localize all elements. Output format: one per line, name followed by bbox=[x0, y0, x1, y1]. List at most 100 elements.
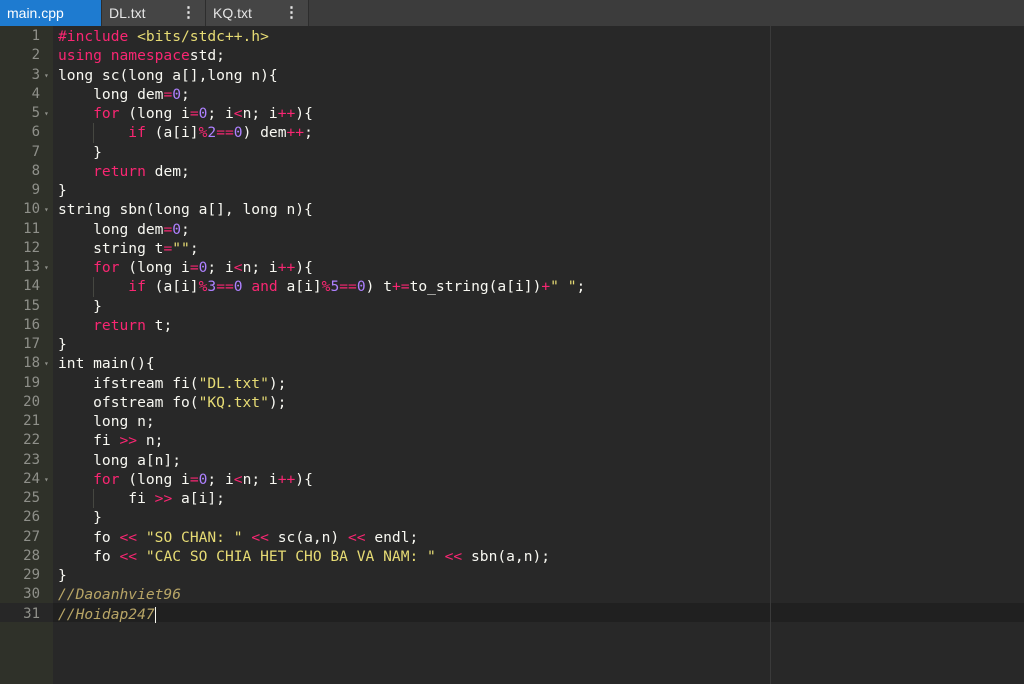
code-line[interactable]: 23 long a[n]; bbox=[0, 451, 1024, 470]
kebab-menu-icon[interactable]: ⋮ bbox=[181, 0, 196, 26]
code-line[interactable]: 29} bbox=[0, 566, 1024, 585]
tab-label: DL.txt bbox=[109, 5, 146, 21]
code-token: 0 bbox=[356, 278, 366, 296]
code-token: } bbox=[58, 567, 67, 584]
code-text: #include <bits/stdc++.h> bbox=[58, 27, 269, 46]
code-line[interactable]: 12 string t=""; bbox=[0, 239, 1024, 258]
line-number: 25 bbox=[23, 490, 40, 506]
fold-arrow-icon[interactable]: ▾ bbox=[44, 354, 49, 373]
code-text: //Daoanhviet96 bbox=[58, 585, 181, 604]
code-line[interactable]: 20 ofstream fo("KQ.txt"); bbox=[0, 393, 1024, 412]
code-line[interactable]: 4 long dem=0; bbox=[0, 85, 1024, 104]
code-token: ) dem bbox=[242, 124, 287, 142]
line-number: 16 bbox=[23, 316, 40, 333]
code-token: 0 bbox=[233, 124, 243, 142]
code-token: n; i bbox=[242, 470, 278, 488]
code-line[interactable]: 10 ▾ string sbn(long a[], long n){ bbox=[0, 200, 1024, 219]
code-line[interactable]: 17} bbox=[0, 335, 1024, 354]
line-number: 15 bbox=[23, 297, 40, 314]
code-text: } bbox=[58, 566, 67, 585]
line-number: 2 bbox=[31, 47, 40, 64]
code-editor[interactable]: 1 #include <bits/stdc++.h> 2 using namespac… bbox=[0, 26, 1024, 684]
line-number: 6 bbox=[31, 124, 40, 141]
code-token: "SO CHAN: " bbox=[145, 528, 243, 546]
code-line[interactable]: 15 } bbox=[0, 297, 1024, 316]
fold-arrow-icon[interactable]: ▾ bbox=[44, 66, 49, 85]
kebab-menu-icon[interactable]: ⋮ bbox=[284, 0, 299, 26]
code-line[interactable]: 21 long n; bbox=[0, 412, 1024, 431]
code-token: 0 bbox=[172, 220, 182, 238]
code-line[interactable]: 16 return t; bbox=[0, 316, 1024, 335]
code-token: using namespace bbox=[58, 47, 190, 65]
code-token: a[i] bbox=[277, 278, 322, 296]
code-token: long dem bbox=[58, 220, 164, 238]
code-line[interactable]: 31 //Hoidap247 bbox=[0, 605, 1024, 624]
code-token: n; i bbox=[242, 105, 278, 122]
tab-dl-txt[interactable]: DL.txt ⋮ bbox=[102, 0, 206, 26]
code-token: += bbox=[391, 278, 410, 296]
line-number: 30 bbox=[23, 586, 40, 603]
code-line[interactable]: 18 ▾ int main(){ bbox=[0, 354, 1024, 373]
code-token: and bbox=[251, 278, 278, 296]
code-token: (long i bbox=[119, 105, 190, 122]
code-line[interactable]: 1 #include <bits/stdc++.h> bbox=[0, 27, 1024, 46]
code-token: = bbox=[189, 259, 199, 276]
tab-main-cpp[interactable]: main.cpp bbox=[0, 0, 102, 26]
code-token: <bits/stdc++.h> bbox=[137, 28, 269, 45]
code-line[interactable]: 7 } bbox=[0, 143, 1024, 162]
code-line[interactable]: 24 ▾ for (long i=0; i<n; i++){ bbox=[0, 470, 1024, 489]
code-token: ); bbox=[268, 374, 287, 392]
line-number: 1 bbox=[31, 28, 40, 44]
code-token: << bbox=[119, 528, 138, 546]
tab-bar-empty bbox=[309, 0, 1024, 26]
line-number: 17 bbox=[23, 336, 40, 352]
code-line[interactable]: 30 //Daoanhviet96 bbox=[0, 585, 1024, 604]
code-token: >> bbox=[119, 432, 138, 450]
code-token: ){ bbox=[295, 105, 313, 122]
fold-arrow-icon[interactable]: ▾ bbox=[44, 470, 49, 489]
line-number: 13 bbox=[23, 259, 40, 275]
code-token: endl; bbox=[365, 528, 419, 546]
code-line[interactable]: 9} bbox=[0, 181, 1024, 200]
code-token: ; i bbox=[207, 259, 234, 276]
code-line[interactable]: 27 fo << "SO CHAN: " << sc(a,n) << endl; bbox=[0, 528, 1024, 547]
code-line[interactable]: 28 fo << "CAC SO CHIA HET CHO BA VA NAM:… bbox=[0, 547, 1024, 566]
line-number: 11 bbox=[23, 220, 40, 237]
code-line[interactable]: 5 ▾ for (long i=0; i<n; i++){ bbox=[0, 104, 1024, 123]
code-line[interactable]: 11 long dem=0; bbox=[0, 220, 1024, 239]
code-line[interactable]: 14 if (a[i]%3==0 and a[i]%5==0) t+=to_st… bbox=[0, 277, 1024, 297]
line-number: 27 bbox=[23, 528, 40, 545]
code-token: std; bbox=[189, 47, 225, 65]
code-token: << bbox=[251, 528, 269, 546]
line-number: 21 bbox=[23, 413, 40, 429]
code-text: string t=""; bbox=[58, 239, 198, 258]
code-line[interactable]: 8 return dem; bbox=[0, 162, 1024, 181]
line-number: 29 bbox=[23, 567, 40, 583]
code-line[interactable]: 2 using namespacestd; bbox=[0, 46, 1024, 65]
code-line[interactable]: 22 fi >> n; bbox=[0, 431, 1024, 450]
tab-label: main.cpp bbox=[7, 5, 64, 21]
code-line[interactable]: 25 fi >> a[i]; bbox=[0, 489, 1024, 509]
fold-arrow-icon[interactable]: ▾ bbox=[44, 258, 49, 277]
code-line[interactable]: 3 ▾ long sc(long a[],long n){ bbox=[0, 66, 1024, 85]
code-token: = bbox=[163, 85, 173, 103]
code-token: "DL.txt" bbox=[198, 374, 269, 392]
code-token: for bbox=[58, 105, 120, 122]
code-token: << bbox=[444, 547, 463, 565]
code-token: to_string(a[i]) bbox=[409, 278, 542, 296]
tab-kq-txt[interactable]: KQ.txt ⋮ bbox=[206, 0, 309, 26]
code-token: + bbox=[541, 278, 551, 296]
code-line[interactable]: 6 if (a[i]%2==0) dem++; bbox=[0, 123, 1024, 143]
code-token: == bbox=[216, 278, 234, 296]
code-token: < bbox=[233, 259, 243, 276]
code-line[interactable]: 19 ifstream fi("DL.txt"); bbox=[0, 374, 1024, 393]
code-line[interactable]: 13 ▾ for (long i=0; i<n; i++){ bbox=[0, 258, 1024, 277]
code-lines[interactable]: 1 #include <bits/stdc++.h> 2 using namespac… bbox=[0, 27, 1024, 624]
line-number: 7 bbox=[31, 143, 40, 160]
code-text: fo << "SO CHAN: " << sc(a,n) << endl; bbox=[58, 528, 418, 547]
fold-arrow-icon[interactable]: ▾ bbox=[44, 200, 49, 219]
fold-arrow-icon[interactable]: ▾ bbox=[44, 104, 49, 123]
code-token: ofstream fo( bbox=[58, 393, 199, 411]
code-line[interactable]: 26 } bbox=[0, 508, 1024, 527]
